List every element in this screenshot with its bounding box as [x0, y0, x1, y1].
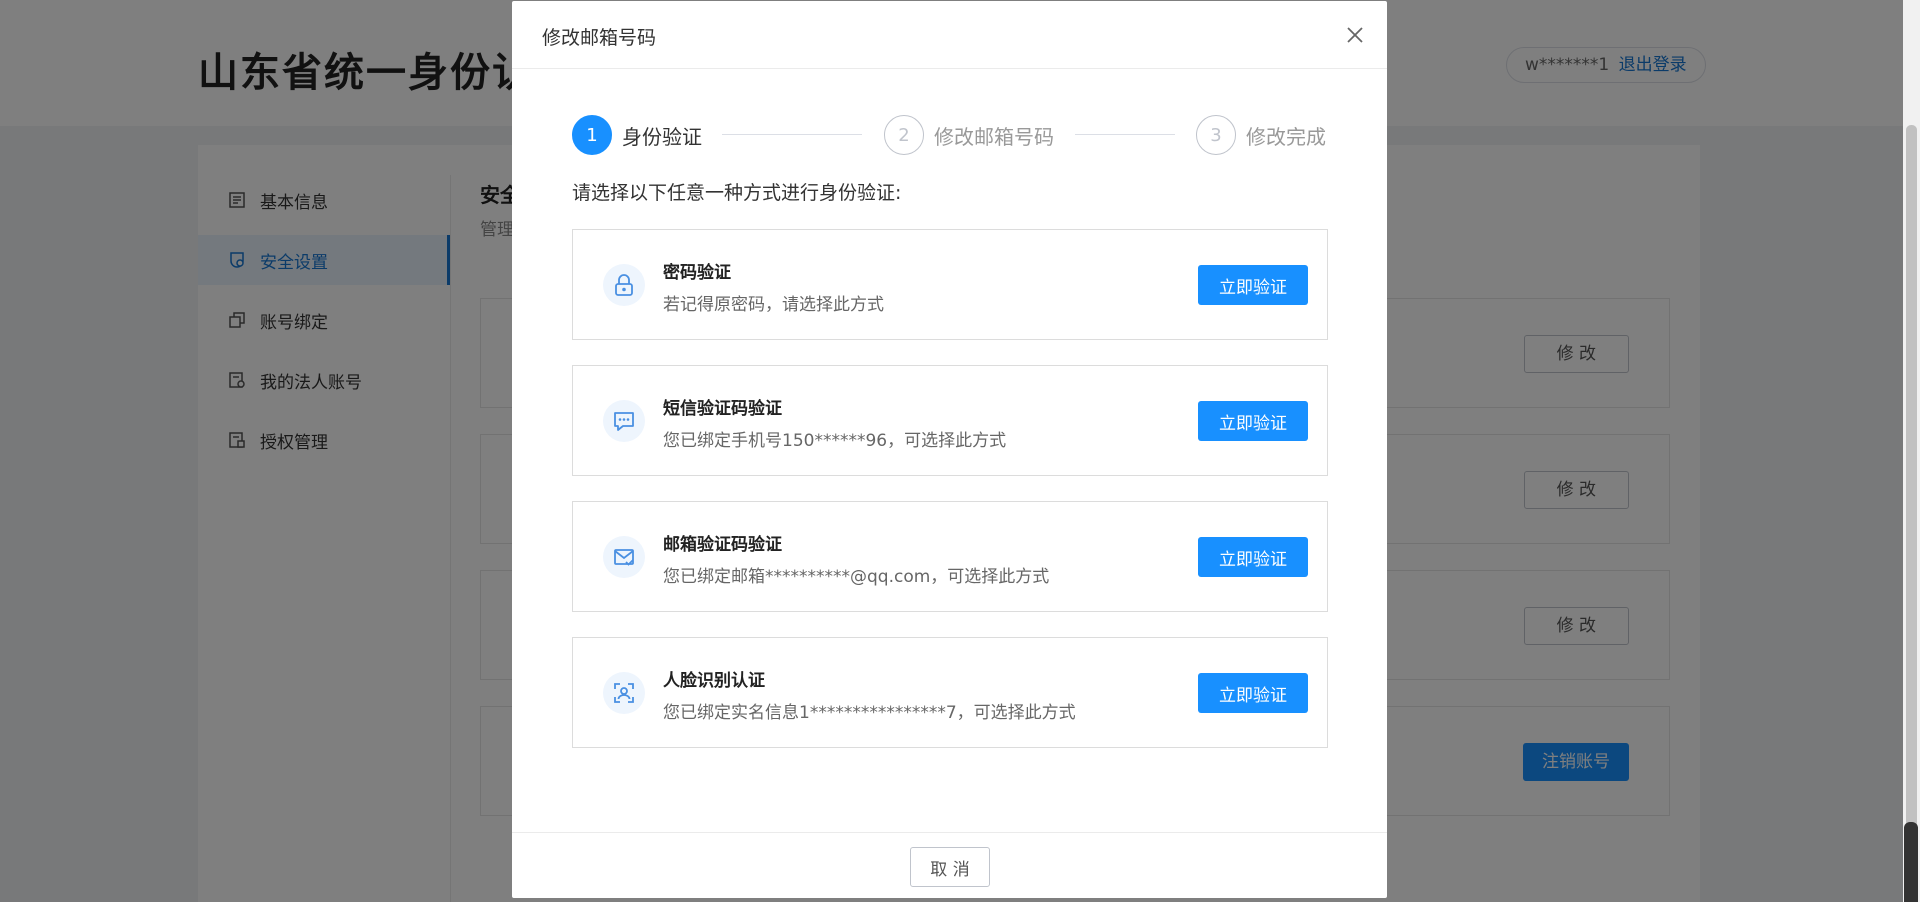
verify-now-button[interactable]: 立即验证 — [1198, 401, 1308, 441]
step-number: 3 — [1196, 115, 1236, 155]
step-indicator: 1 身份验证 2 修改邮箱号码 3 修改完成 — [572, 115, 1330, 155]
method-description: 您已绑定实名信息1****************7，可选择此方式 — [663, 703, 1076, 723]
method-title: 密码验证 — [663, 263, 731, 283]
change-email-modal: 修改邮箱号码 1 身份验证 2 修改邮箱号码 3 修改完成 请选择以下任意一种方… — [512, 1, 1387, 898]
step-label: 身份验证 — [622, 124, 702, 149]
message-icon — [603, 400, 645, 442]
method-sms: 短信验证码验证 您已绑定手机号150******96，可选择此方式 立即验证 — [572, 365, 1328, 476]
face-scan-icon — [603, 672, 645, 714]
method-email: 邮箱验证码验证 您已绑定邮箱**********@qq.com，可选择此方式 立… — [572, 501, 1328, 612]
method-face: 人脸识别认证 您已绑定实名信息1****************7，可选择此方式… — [572, 637, 1328, 748]
method-description: 您已绑定手机号150******96，可选择此方式 — [663, 431, 1007, 451]
step-modify-email: 2 修改邮箱号码 — [884, 115, 1054, 155]
mail-icon — [603, 536, 645, 578]
verify-now-button[interactable]: 立即验证 — [1198, 673, 1308, 713]
step-label: 修改邮箱号码 — [934, 124, 1054, 149]
method-title: 短信验证码验证 — [663, 399, 782, 419]
method-password: 密码验证 若记得原密码，请选择此方式 立即验证 — [572, 229, 1328, 340]
method-title: 邮箱验证码验证 — [663, 535, 782, 555]
step-identity-verification: 1 身份验证 — [572, 115, 702, 155]
page-scrollbar[interactable] — [1903, 0, 1920, 902]
floating-widget — [1904, 822, 1918, 902]
scrollbar-thumb[interactable] — [1906, 125, 1917, 902]
step-number: 1 — [572, 115, 612, 155]
step-connector — [722, 134, 862, 135]
modal-title: 修改邮箱号码 — [542, 27, 657, 49]
cancel-button[interactable]: 取 消 — [910, 847, 990, 887]
method-title: 人脸识别认证 — [663, 671, 765, 691]
modal-header: 修改邮箱号码 — [512, 1, 1387, 69]
verification-prompt: 请选择以下任意一种方式进行身份验证: — [572, 182, 902, 204]
lock-icon — [603, 264, 645, 306]
method-description: 您已绑定邮箱**********@qq.com，可选择此方式 — [663, 567, 1050, 587]
close-icon[interactable] — [1345, 25, 1365, 45]
verify-now-button[interactable]: 立即验证 — [1198, 265, 1308, 305]
step-connector — [1075, 134, 1175, 135]
step-number: 2 — [884, 115, 924, 155]
verify-now-button[interactable]: 立即验证 — [1198, 537, 1308, 577]
step-label: 修改完成 — [1246, 124, 1326, 149]
modal-footer: 取 消 — [512, 832, 1387, 898]
method-description: 若记得原密码，请选择此方式 — [663, 295, 884, 315]
step-complete: 3 修改完成 — [1196, 115, 1326, 155]
